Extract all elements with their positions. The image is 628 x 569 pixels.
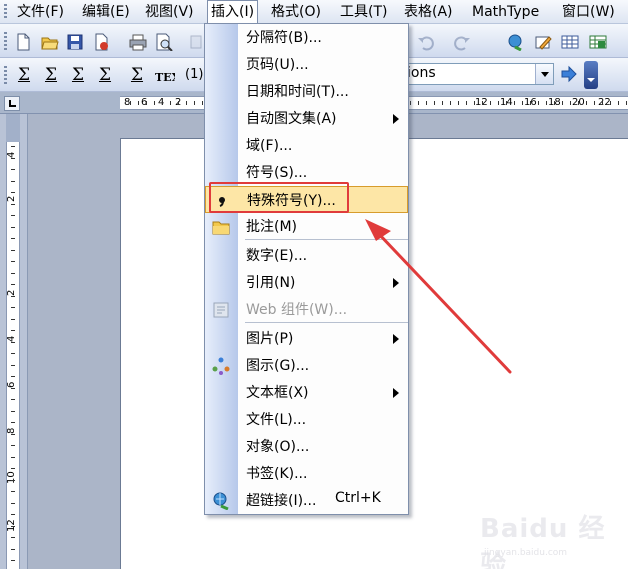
annotation-arrow [365, 219, 512, 374]
watermark-text: Baidu 经验 [480, 514, 606, 569]
watermark-url: jingyan.baidu.com [484, 548, 568, 558]
baidu-watermark: Baidu 经验 jingyan.baidu.com [470, 504, 620, 569]
